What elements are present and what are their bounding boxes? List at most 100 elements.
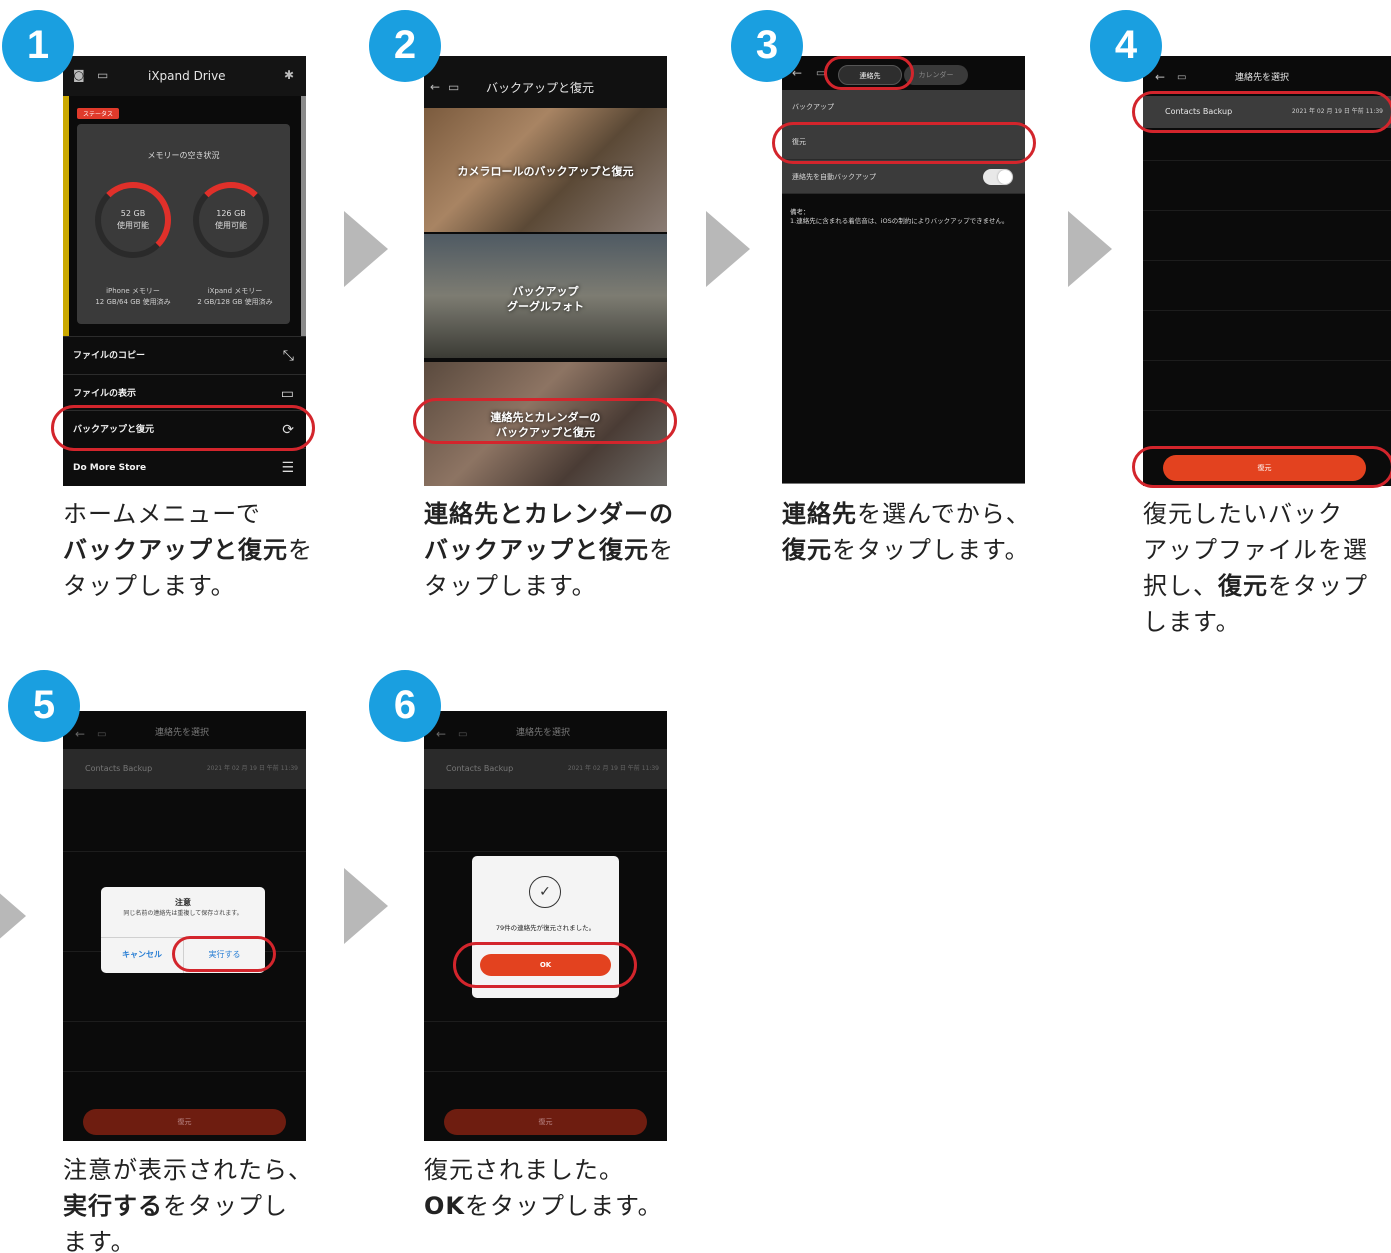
- top-bar: ← ▭ バックアップと復元: [424, 56, 667, 108]
- screen-title: バックアップと復元: [486, 81, 595, 95]
- divider: [1143, 410, 1391, 411]
- divider: [424, 1021, 667, 1022]
- menu-icon: ☰: [281, 460, 294, 476]
- ring-left-sub: 使用可能: [117, 221, 149, 230]
- cast-icon[interactable]: ▭: [448, 80, 459, 94]
- menu-label: ファイルのコピー: [73, 351, 146, 361]
- backup-file-name: Contacts Backup: [85, 764, 153, 773]
- auto-backup-toggle[interactable]: [983, 169, 1013, 185]
- row-backup[interactable]: バックアップ: [782, 90, 1025, 124]
- caption-bold: バックアップと復元: [424, 536, 649, 564]
- caption-bold: バックアップと復元: [63, 536, 288, 564]
- caption-line: タップします。: [424, 572, 597, 600]
- caption-line: 注意が表示されたら、: [63, 1156, 313, 1184]
- caption-rest: をタップします。: [832, 536, 1030, 564]
- highlight-contacts-calendar: [413, 398, 677, 444]
- step-badge-1: 1: [2, 10, 74, 82]
- cast-icon[interactable]: ▭: [97, 728, 106, 742]
- memory-panel-title: メモリーの空き状況: [147, 151, 220, 160]
- caption-line: 実行するをタップし: [63, 1188, 313, 1224]
- backup-file-row[interactable]: Contacts Backup 2021 年 02 月 19 日 午前 11:3…: [63, 749, 306, 789]
- divider: [1143, 160, 1391, 161]
- restore-button-dimmed: 復元: [83, 1109, 286, 1135]
- caption-rest: を: [288, 536, 313, 564]
- caption-bold: 連絡先とカレンダーの: [424, 500, 674, 528]
- cast-icon[interactable]: ▭: [97, 68, 108, 82]
- back-arrow-icon[interactable]: ←: [436, 727, 446, 741]
- caption-line: 連絡先とカレンダーの: [424, 496, 674, 532]
- app-title: iXpand Drive: [148, 69, 226, 83]
- caption-rest: をタップ: [1268, 572, 1368, 600]
- divider: [424, 851, 667, 852]
- caption-line: バックアップと復元を: [424, 532, 674, 568]
- google-photos-label-1: バックアップ: [512, 285, 579, 298]
- caption-line: 連絡先を選んでから、: [782, 496, 1031, 532]
- screen-title: 連絡先を選択: [516, 728, 571, 738]
- caption-bold: 実行する: [63, 1192, 163, 1220]
- cancel-button[interactable]: キャンセル: [101, 937, 183, 973]
- step-6-caption: 復元されました。 OKをタップします。: [424, 1152, 663, 1224]
- iphone-memory-title: iPhone メモリー: [106, 287, 160, 295]
- backup-file-date: 2021 年 02 月 19 日 午前 11:39: [567, 765, 659, 772]
- screen-5-confirm: ← ▭ 連絡先を選択 Contacts Backup 2021 年 02 月 1…: [63, 711, 306, 1141]
- back-arrow-icon[interactable]: ←: [75, 727, 85, 741]
- caption-pre: 択し、: [1143, 572, 1218, 600]
- screen-3-contacts: ← ▭ 連絡先 カレンダー バックアップ 復元 連絡先を自動バックアップ 備考：…: [782, 56, 1025, 484]
- back-arrow-icon[interactable]: ←: [1155, 70, 1165, 84]
- step-2-caption: 連絡先とカレンダーの バックアップと復元を タップします。: [424, 496, 674, 604]
- next-arrow: [706, 211, 750, 287]
- step-4-caption: 復元したいバック アップファイルを選 択し、復元をタップ します。: [1143, 496, 1368, 640]
- dialog-title: 注意: [175, 898, 191, 907]
- step-badge-3: 3: [731, 10, 803, 82]
- menu-item-copy-files[interactable]: ファイルのコピー ⤡: [63, 336, 306, 374]
- note-heading: 備考：: [790, 208, 810, 216]
- caption-line: 復元されました。: [424, 1156, 624, 1184]
- restore-button-dimmed: 復元: [444, 1109, 647, 1135]
- check-circle-icon: ✓: [529, 876, 561, 908]
- highlight-contacts-tab: [824, 56, 914, 90]
- google-photos-label-2: グーグルフォト: [507, 300, 584, 313]
- caption-rest: をタップし: [163, 1192, 288, 1220]
- divider: [63, 1071, 306, 1072]
- screen-6-complete: ← ▭ 連絡先を選択 Contacts Backup 2021 年 02 月 1…: [424, 711, 667, 1141]
- google-photos-card[interactable]: バックアップ グーグルフォト: [424, 234, 667, 358]
- caption-bold: OK: [424, 1192, 465, 1220]
- back-arrow-icon[interactable]: ←: [430, 80, 440, 94]
- ixpand-memory-usage: 2 GB/128 GB 使用済み: [197, 298, 273, 306]
- backup-file-name: Contacts Backup: [446, 764, 514, 773]
- step-1-caption: ホームメニューで バックアップと復元を タップします。: [63, 496, 313, 604]
- caption-line: OKをタップします。: [424, 1188, 663, 1224]
- divider: [1143, 310, 1391, 311]
- caption-line: 択し、復元をタップ: [1143, 568, 1368, 604]
- step-badge-5: 5: [8, 670, 80, 742]
- step-badge-6: 6: [369, 670, 441, 742]
- caption-line: バックアップと復元を: [63, 532, 313, 568]
- caption-line: 復元をタップします。: [782, 532, 1031, 568]
- divider: [63, 1021, 306, 1022]
- camera-roll-card[interactable]: カメラロールのバックアップと復元: [424, 108, 667, 232]
- backup-file-row[interactable]: Contacts Backup 2021 年 02 月 19 日 午前 11:3…: [424, 749, 667, 789]
- next-arrow: [344, 211, 388, 287]
- caption-rest: を選んでから、: [857, 500, 1031, 528]
- menu-label: Do More Store: [73, 463, 147, 473]
- gear-icon[interactable]: ✱: [284, 68, 294, 82]
- camera-icon[interactable]: ◙: [73, 68, 85, 82]
- divider: [1143, 210, 1391, 211]
- backup-file-date: 2021 年 02 月 19 日 午前 11:39: [206, 765, 298, 772]
- row-label: バックアップ: [792, 103, 834, 111]
- caption-rest: を: [649, 536, 674, 564]
- menu-item-do-more-store[interactable]: Do More Store ☰: [63, 448, 306, 486]
- highlight-ok-button: [453, 942, 637, 988]
- caption-line: します。: [1143, 608, 1241, 636]
- highlight-restore-row: [772, 122, 1036, 164]
- divider: [424, 1071, 667, 1072]
- caption-bold: 復元: [1218, 572, 1268, 600]
- step-3-caption: 連絡先を選んでから、 復元をタップします。: [782, 496, 1031, 568]
- row-label: 連絡先を自動バックアップ: [792, 173, 876, 181]
- ring-right-sub: 使用可能: [215, 221, 247, 230]
- cast-icon[interactable]: ▭: [458, 728, 467, 742]
- cast-icon[interactable]: ▭: [1177, 71, 1186, 85]
- highlight-backup-restore: [51, 405, 315, 451]
- caption-bold: 連絡先: [782, 500, 857, 528]
- copy-icon: ⤡: [282, 348, 294, 364]
